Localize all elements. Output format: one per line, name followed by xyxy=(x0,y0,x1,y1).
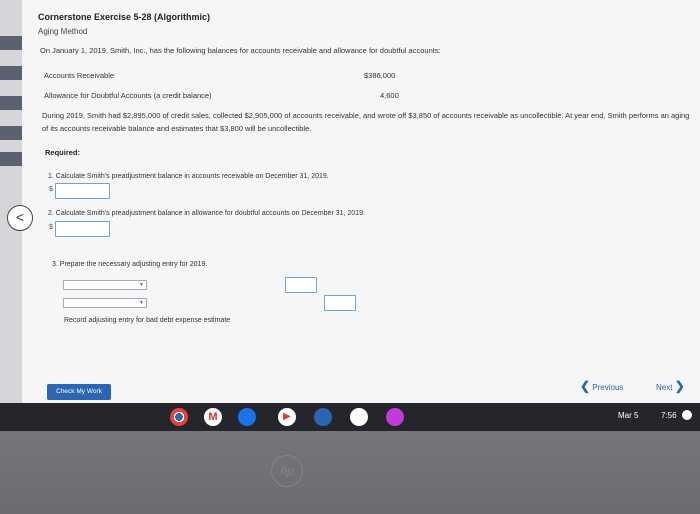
page-subtitle: Aging Method xyxy=(38,27,88,36)
exercise-panel: Cornerstone Exercise 5-28 (Algorithmic) … xyxy=(22,0,700,403)
meet-icon[interactable] xyxy=(314,408,332,426)
required-heading: Required: xyxy=(45,148,81,157)
photos-icon[interactable] xyxy=(350,408,368,426)
page-title: Cornerstone Exercise 5-28 (Algorithmic) xyxy=(38,12,211,22)
chevron-left-icon: < xyxy=(15,209,25,225)
chrome-icon[interactable] xyxy=(170,408,188,426)
chevron-right-icon: ❯ xyxy=(674,379,685,393)
question-2: 2. Calculate Smith's preadjustment balan… xyxy=(48,210,365,217)
debit-amount-input[interactable] xyxy=(285,277,317,293)
docs-icon[interactable] xyxy=(238,408,256,426)
question-3: 3. Prepare the necessary adjusting entry… xyxy=(52,261,208,268)
gmail-icon[interactable]: M xyxy=(204,408,222,426)
check-my-work-button[interactable]: Check My Work xyxy=(47,384,111,400)
youtube-icon[interactable]: ▶ xyxy=(278,408,296,426)
balance-value: $386,000 xyxy=(364,71,396,80)
strip-tab[interactable] xyxy=(0,66,22,80)
currency-symbol: $ xyxy=(49,224,53,231)
credit-amount-input[interactable] xyxy=(324,295,356,311)
dropdown-arrow-icon: ▼ xyxy=(139,300,144,306)
balance-label: Allowance for Doubtful Accounts (a credi… xyxy=(44,91,212,100)
balance-label: Accounts Receivable xyxy=(44,71,115,80)
dropdown-arrow-icon: ▼ xyxy=(139,282,144,288)
strip-tab[interactable] xyxy=(0,126,22,140)
previous-button[interactable]: ❮ Previous xyxy=(580,379,623,393)
answer-1-input[interactable] xyxy=(55,183,110,199)
hp-logo: hp xyxy=(271,455,303,487)
credit-account-select[interactable]: ▼ xyxy=(63,298,147,308)
status-icon[interactable] xyxy=(682,410,692,420)
entry-note: Record adjusting entry for bad debt expe… xyxy=(64,317,231,324)
back-arrow-button[interactable]: < xyxy=(7,205,33,231)
problem-paragraph: During 2019, Smith had $2,895,000 of cre… xyxy=(42,111,690,133)
strip-tab[interactable] xyxy=(0,36,22,50)
browser-screen: Cornerstone Exercise 5-28 (Algorithmic) … xyxy=(0,0,700,403)
answer-2-input[interactable] xyxy=(55,221,110,237)
currency-symbol: $ xyxy=(49,186,53,193)
laptop-body xyxy=(0,431,700,514)
chevron-left-icon: ❮ xyxy=(580,379,591,393)
shelf-date: Mar 5 xyxy=(618,411,639,420)
intro-text: On January 1, 2019, Smith, Inc., has the… xyxy=(40,46,441,55)
next-label: Next xyxy=(656,383,673,392)
question-1: 1. Calculate Smith's preadjustment balan… xyxy=(48,173,329,180)
app-icon[interactable] xyxy=(386,408,404,426)
previous-label: Previous xyxy=(592,383,624,392)
balance-value: 4,600 xyxy=(380,91,399,100)
next-button[interactable]: Next ❯ xyxy=(656,379,685,393)
debit-account-select[interactable]: ▼ xyxy=(63,280,147,290)
left-tab-strip xyxy=(0,0,22,403)
strip-tab[interactable] xyxy=(0,152,22,166)
shelf-time: 7:56 xyxy=(661,411,677,420)
strip-tab[interactable] xyxy=(0,96,22,110)
